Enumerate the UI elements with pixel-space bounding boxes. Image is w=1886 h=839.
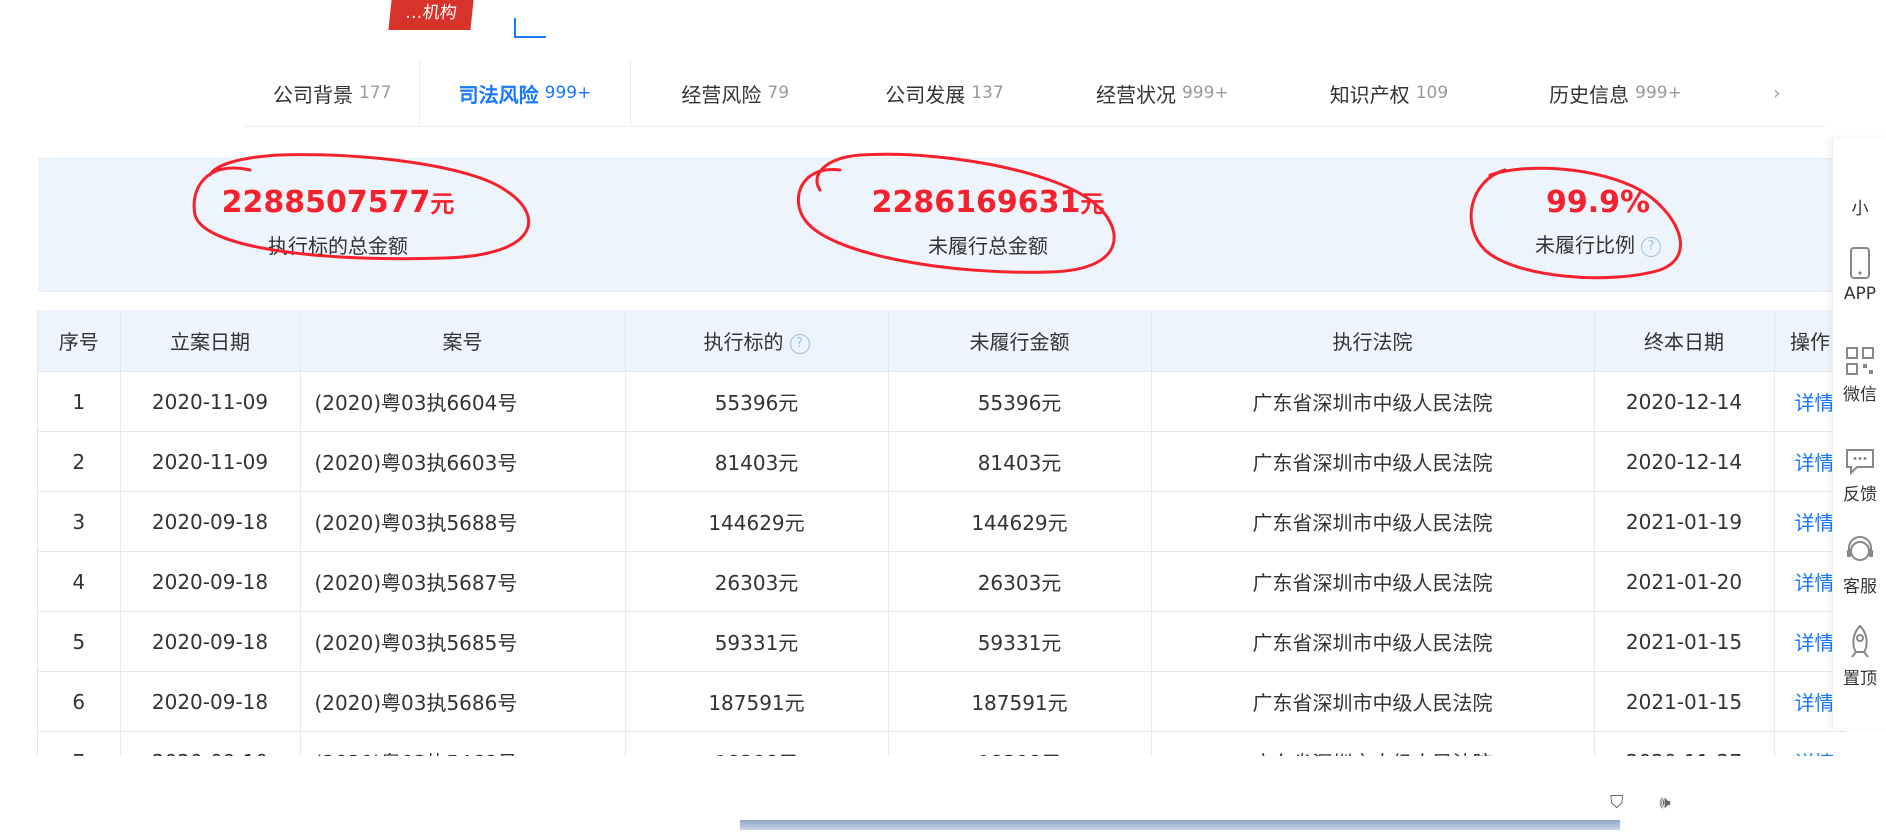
tab-operating-status[interactable]: 经营状况 999+ [1049,60,1276,126]
headset-icon [1847,536,1873,561]
sidebar-item-app[interactable]: APP [1833,246,1886,304]
help-icon[interactable]: ? [789,333,810,354]
col-header-no: 序号 [38,310,121,372]
col-header-end-date: 终本日期 [1594,310,1775,372]
table-row: 2 2020-11-09 (2020)粤03执6603号 81403元 8140… [38,431,1846,492]
unfulfilled-ratio-value: 99.9% [1545,185,1651,220]
total-unfulfilled-amount: 2286169631 [871,185,1081,220]
total-target-label: 执行标的总金额 [268,234,408,258]
shield-icon[interactable]: ⛉ [1610,792,1624,813]
tab-intellectual-property[interactable]: 知识产权 109 [1276,60,1503,126]
col-header-case: 案号 [300,310,626,372]
total-target-amount: 2288507577 [221,185,431,220]
sidebar-item-back-to-top[interactable]: 置顶 [1833,624,1886,689]
rocket-icon [1851,624,1869,658]
sidebar-item-service[interactable]: 客服 [1833,536,1886,597]
table-row: 1 2020-11-09 (2020)粤03执6604号 55396元 5539… [38,371,1846,432]
tab-more-arrow-icon[interactable]: › [1729,60,1825,126]
unfulfilled-ratio-label: 未履行比例 [1535,233,1635,257]
table-row: 5 2020-09-18 (2020)粤03执5685号 59331元 5933… [38,611,1846,672]
tab-history-info[interactable]: 历史信息 999+ [1502,60,1729,126]
execution-summary-panel: 2288507577元 执行标的总金额 2286169631元 未履行总金额 9… [38,158,1846,292]
top-badge: …机构 [388,0,474,30]
col-header-unfulfilled: 未履行金额 [888,310,1152,372]
corner-mark-icon [514,18,546,38]
speaker-icon[interactable]: 🕪 [1659,792,1670,813]
unfulfilled-ratio-stat: 99.9% 未履行比例? [1478,183,1718,258]
execution-cases-table: 序号 立案日期 案号 执行标的? 未履行金额 执行法院 终本日期 操作 1 20… [37,310,1846,756]
floating-sidebar: 小 APP 微信 反馈 客服 置顶 [1832,138,1886,728]
feedback-icon [1846,449,1874,476]
tab-company-development[interactable]: 公司发展 137 [840,60,1049,126]
col-header-date: 立案日期 [120,310,301,372]
detail-link[interactable]: 详情 [1774,731,1846,756]
tab-operating-risk[interactable]: 经营风险 79 [631,60,840,126]
col-header-court: 执行法院 [1151,310,1595,372]
bottom-strip [740,820,1620,830]
sidebar-collapse[interactable]: 小 [1833,194,1886,219]
table-row: 3 2020-09-18 (2020)粤03执5688号 144629元 144… [38,491,1846,552]
phone-icon [1850,247,1870,279]
table-row: 7 2020-09-10 (2020)粤03执5468号 18398元 1839… [38,731,1846,756]
bottom-toolbar: ⛉ 🕪 [1610,792,1701,813]
sidebar-item-feedback[interactable]: 反馈 [1833,446,1886,505]
table-row: 4 2020-09-18 (2020)粤03执5687号 26303元 2630… [38,551,1846,612]
module-tabs: 公司背景 177 司法风险 999+ 经营风险 79 公司发展 137 经营状况 999+… [245,60,1825,127]
help-icon[interactable]: ? [1641,236,1661,257]
qrcode-icon [1846,347,1874,375]
table-row: 6 2020-09-18 (2020)粤03执5686号 187591元 187… [38,671,1846,732]
tab-judicial-risk[interactable]: 司法风险 999+ [419,60,631,126]
tab-company-background[interactable]: 公司背景 177 [245,60,419,126]
table-header-row: 序号 立案日期 案号 执行标的? 未履行金额 执行法院 终本日期 操作 [38,310,1846,372]
total-unfulfilled-label: 未履行总金额 [928,234,1048,258]
sidebar-item-wechat[interactable]: 微信 [1833,346,1886,405]
total-target-stat: 2288507577元 执行标的总金额 [188,183,488,259]
col-header-target: 执行标的? [625,310,889,372]
total-unfulfilled-stat: 2286169631元 未履行总金额 [838,183,1138,259]
